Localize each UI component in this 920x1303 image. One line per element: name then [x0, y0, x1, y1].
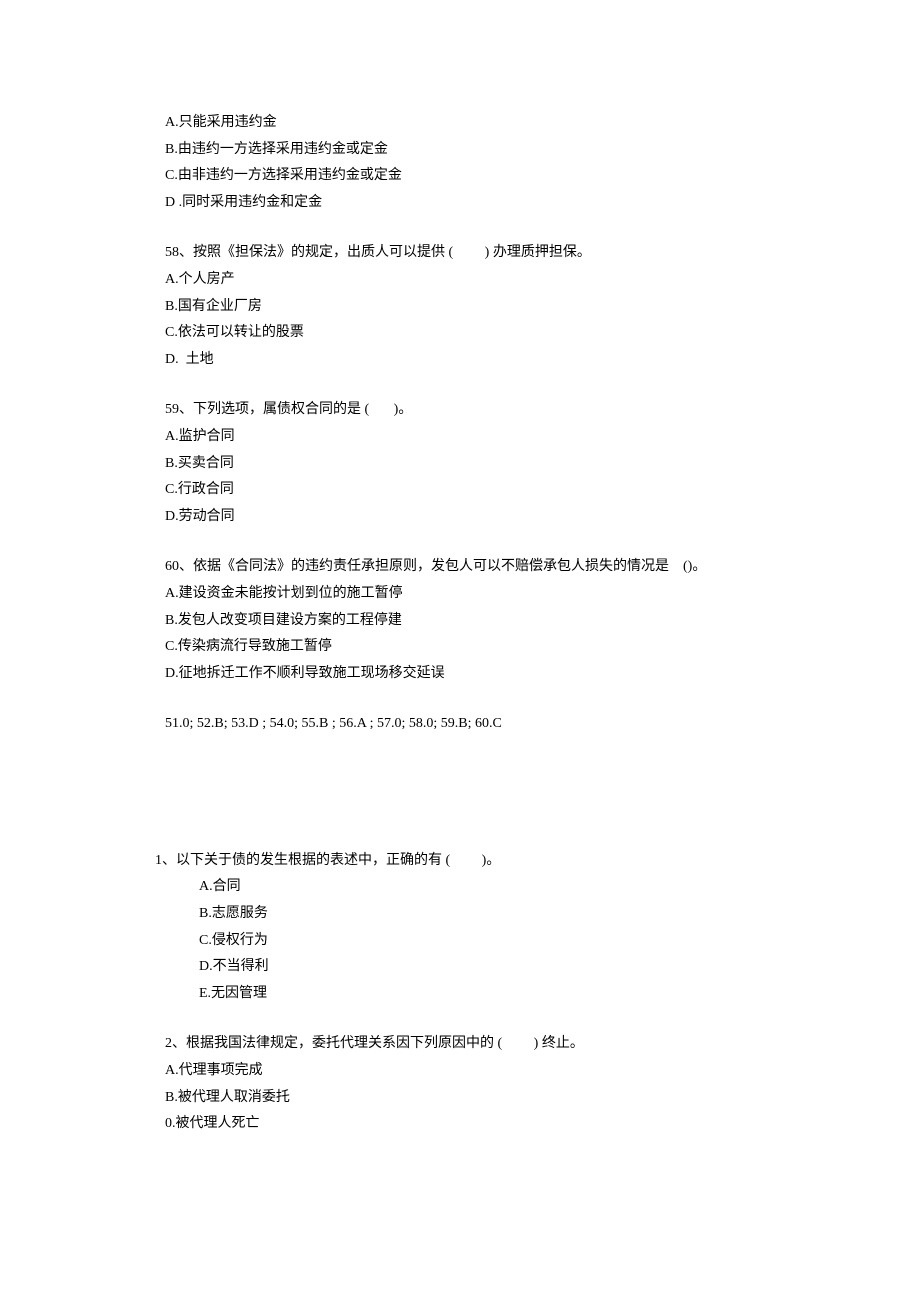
- question-60: 60、依据《合同法》的违约责任承担原则，发包人可以不赔偿承包人损失的情况是 ()…: [165, 554, 860, 687]
- option-c: C.行政合同: [165, 477, 860, 504]
- option-c: C.依法可以转让的股票: [165, 320, 860, 347]
- option-d: D.征地拆迁工作不顺利导致施工现场移交延误: [165, 661, 860, 688]
- option-a: A.监护合同: [165, 424, 860, 451]
- option-b: B.由违约一方选择采用违约金或定金: [165, 137, 860, 164]
- option-a: A.只能采用违约金: [165, 110, 860, 137]
- answer-key-line: 51.0; 52.B; 53.D ; 54.0; 55.B ; 56.A ; 5…: [165, 711, 860, 738]
- document-page: A.只能采用违约金 B.由违约一方选择采用违约金或定金 C.由非违约一方选择采用…: [0, 0, 920, 1262]
- option-b: B.发包人改变项目建设方案的工程停建: [165, 608, 860, 635]
- multi-question-1: 1、以下关于债的发生根据的表述中，正确的有 ( )。 A.合同 B.志愿服务 C…: [165, 848, 860, 1008]
- question-59: 59、下列选项，属债权合同的是 ( )。 A.监护合同 B.买卖合同 C.行政合…: [165, 397, 860, 530]
- question-stem: 58、按照《担保法》的规定，出质人可以提供 ( ) 办理质押担保。: [165, 240, 860, 267]
- option-c: C.由非违约一方选择采用违约金或定金: [165, 163, 860, 190]
- option-d: D.不当得利: [199, 954, 860, 981]
- question-stem: 1、以下关于债的发生根据的表述中，正确的有 ( )。: [155, 848, 860, 875]
- question-stem: 60、依据《合同法》的违约责任承担原则，发包人可以不赔偿承包人损失的情况是 ()…: [165, 554, 860, 581]
- multi-question-2: 2、根据我国法律规定，委托代理关系因下列原因中的 ( ) 终止。 A.代理事项完…: [165, 1031, 860, 1137]
- option-a: A.个人房产: [165, 267, 860, 294]
- question-stem: 2、根据我国法律规定，委托代理关系因下列原因中的 ( ) 终止。: [165, 1031, 860, 1058]
- option-a: A.建设资金未能按计划到位的施工暂停: [165, 581, 860, 608]
- option-d: D .同时采用违约金和定金: [165, 190, 860, 217]
- option-c: 0.被代理人死亡: [165, 1111, 860, 1138]
- option-d: D.劳动合同: [165, 504, 860, 531]
- question-57-continuation: A.只能采用违约金 B.由违约一方选择采用违约金或定金 C.由非违约一方选择采用…: [165, 110, 860, 216]
- option-b: B.被代理人取消委托: [165, 1085, 860, 1112]
- option-e: E.无因管理: [199, 981, 860, 1008]
- question-58: 58、按照《担保法》的规定，出质人可以提供 ( ) 办理质押担保。 A.个人房产…: [165, 240, 860, 373]
- option-d: D. 土地: [165, 347, 860, 374]
- option-b: B.国有企业厂房: [165, 294, 860, 321]
- option-a: A.代理事项完成: [165, 1058, 860, 1085]
- option-c: C.侵权行为: [199, 928, 860, 955]
- option-b: B.买卖合同: [165, 451, 860, 478]
- option-c: C.传染病流行导致施工暂停: [165, 634, 860, 661]
- option-b: B.志愿服务: [199, 901, 860, 928]
- option-a: A.合同: [199, 874, 860, 901]
- question-stem: 59、下列选项，属债权合同的是 ( )。: [165, 397, 860, 424]
